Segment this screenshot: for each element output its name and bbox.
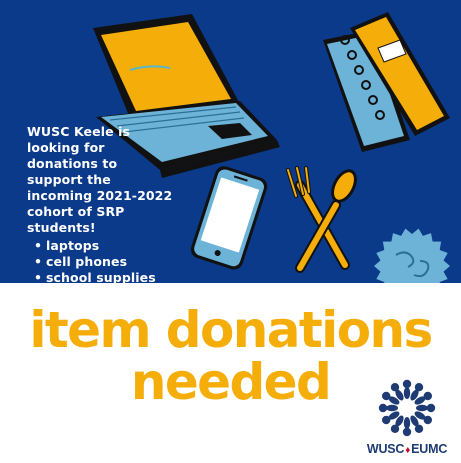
donation-items-list: laptops cell phones school supplies bbox=[27, 238, 177, 283]
phone-icon bbox=[190, 166, 268, 270]
logo-text-left: WUSC bbox=[366, 442, 405, 456]
snowflake-people-icon bbox=[378, 379, 436, 437]
maple-leaf-icon: ♦ bbox=[405, 445, 411, 456]
logo-wordmark: WUSC♦EUMC bbox=[360, 442, 454, 456]
helping-hands-badge-icon bbox=[374, 228, 450, 283]
wusc-eumc-logo: WUSC♦EUMC bbox=[360, 378, 454, 460]
top-panel: WUSC Keele is looking for donations to s… bbox=[0, 0, 461, 283]
list-item: laptops bbox=[34, 238, 177, 254]
blurb-intro: WUSC Keele is looking for donations to s… bbox=[27, 124, 173, 235]
notebooks-icon bbox=[323, 12, 450, 152]
donation-poster: WUSC Keele is looking for donations to s… bbox=[0, 0, 461, 463]
logo-text-right: EUMC bbox=[411, 442, 448, 456]
fork-spoon-icon bbox=[286, 166, 357, 273]
list-item: school supplies bbox=[34, 270, 177, 283]
headline-line-1: item donations bbox=[29, 301, 433, 359]
donation-blurb: WUSC Keele is looking for donations to s… bbox=[27, 124, 177, 283]
list-item: cell phones bbox=[34, 254, 177, 270]
